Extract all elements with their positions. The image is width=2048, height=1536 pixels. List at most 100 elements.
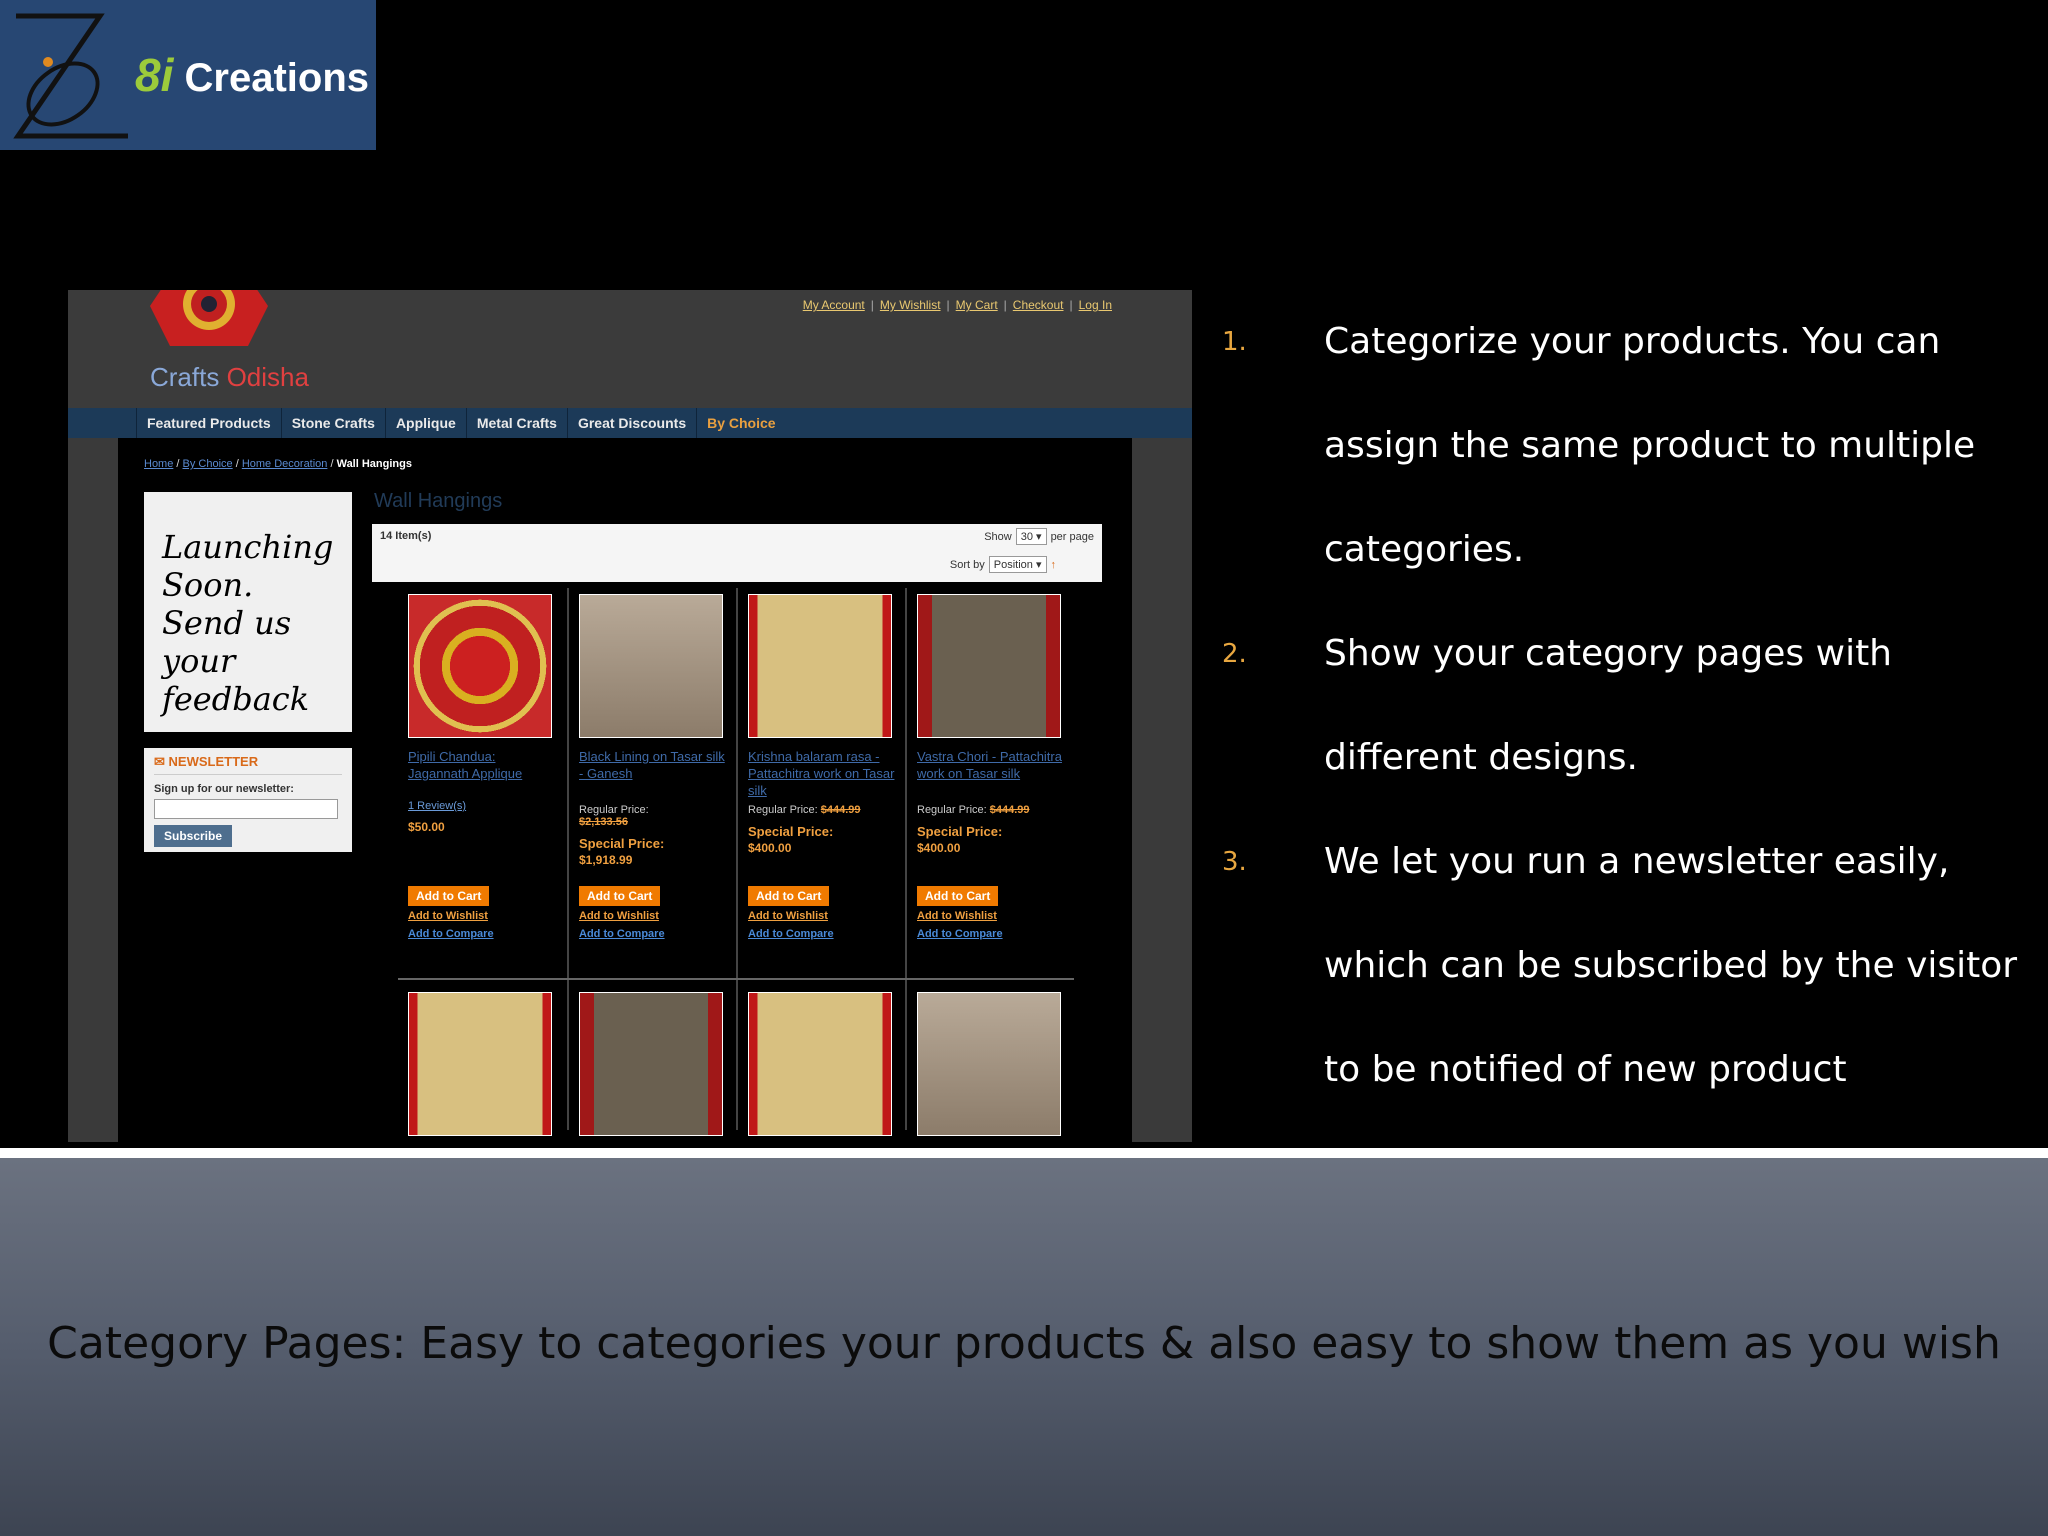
product-card: Pipili Chandua: Jagannath Applique 1 Rev… xyxy=(398,588,567,978)
breadcrumb-by-choice[interactable]: By Choice xyxy=(183,458,233,470)
add-to-compare-link[interactable]: Add to Compare xyxy=(917,928,1003,940)
add-to-wishlist-link[interactable]: Add to Wishlist xyxy=(408,910,488,922)
link-my-wishlist[interactable]: My Wishlist xyxy=(880,298,941,312)
add-to-compare-link[interactable]: Add to Compare xyxy=(579,928,665,940)
site-header: Crafts Odisha My Account | My Wishlist | M… xyxy=(68,290,1192,408)
product-card: Krishna balaram rasa - Pattachitra work … xyxy=(736,588,905,978)
mandala-logo-icon xyxy=(150,290,268,346)
footer-divider xyxy=(0,1148,2048,1158)
per-page-control: Show 30 ▾ per page xyxy=(984,528,1094,545)
product-name[interactable]: Black Lining on Tasar silk - Ganesh xyxy=(579,748,726,800)
newsletter-email-input[interactable] xyxy=(154,799,338,819)
breadcrumb-home[interactable]: Home xyxy=(144,458,173,470)
add-to-wishlist-link[interactable]: Add to Wishlist xyxy=(917,910,997,922)
breadcrumb-home-decoration[interactable]: Home Decoration xyxy=(242,458,328,470)
product-image[interactable] xyxy=(579,992,723,1136)
product-name[interactable]: Pipili Chandua: Jagannath Applique xyxy=(408,748,557,800)
feature-item: 1. Categorize your products. You can ass… xyxy=(1200,290,2040,602)
footer-caption: Category Pages: Easy to categories your … xyxy=(47,1318,2001,1369)
product-image[interactable] xyxy=(408,992,552,1136)
product-reviews-link[interactable]: 1 Review(s) xyxy=(408,800,557,812)
nav-featured-products[interactable]: Featured Products xyxy=(136,408,281,438)
regular-price-line: Regular Price: $444.99 xyxy=(748,804,861,816)
feature-item: 2. Show your category pages with differe… xyxy=(1200,602,2040,810)
breadcrumb-current: Wall Hangings xyxy=(336,458,412,470)
product-image[interactable] xyxy=(579,594,723,738)
link-log-in[interactable]: Log In xyxy=(1079,298,1112,312)
link-checkout[interactable]: Checkout xyxy=(1013,298,1064,312)
envelope-icon: ✉ xyxy=(154,754,165,769)
product-card xyxy=(567,980,736,1136)
subscribe-button[interactable]: Subscribe xyxy=(154,825,233,847)
nav-by-choice[interactable]: By Choice xyxy=(696,408,785,438)
per-page-select[interactable]: 30 ▾ xyxy=(1015,528,1047,545)
add-to-cart-button[interactable]: Add to Cart xyxy=(748,886,830,906)
sort-select[interactable]: Position ▾ xyxy=(988,556,1047,573)
nav-metal-crafts[interactable]: Metal Crafts xyxy=(465,408,567,438)
product-name[interactable]: Krishna balaram rasa - Pattachitra work … xyxy=(748,748,895,800)
product-card xyxy=(398,980,567,1136)
site-edge-left xyxy=(68,438,118,1142)
brand-logo: 8i Creations xyxy=(0,0,376,150)
breadcrumb: Home / By Choice / Home Decoration / Wal… xyxy=(144,458,412,470)
nav-great-discounts[interactable]: Great Discounts xyxy=(566,408,696,438)
regular-price: $2,133.56 xyxy=(579,816,628,828)
add-to-compare-link[interactable]: Add to Compare xyxy=(748,928,834,940)
add-to-wishlist-link[interactable]: Add to Wishlist xyxy=(748,910,828,922)
add-to-cart-button[interactable]: Add to Cart xyxy=(917,886,999,906)
feature-number: 3. xyxy=(1222,847,1247,877)
product-toolbar: 14 Item(s) Show 30 ▾ per page Sort by Po… xyxy=(372,524,1102,582)
feature-text: We let you run a newsletter easily, whic… xyxy=(1324,841,2018,1194)
feature-text: Show your category pages with different … xyxy=(1324,633,1893,778)
category-title: Wall Hangings xyxy=(374,490,503,512)
nav-applique[interactable]: Applique xyxy=(384,408,466,438)
add-to-wishlist-link[interactable]: Add to Wishlist xyxy=(579,910,659,922)
site-screenshot: Crafts Odisha My Account | My Wishlist | M… xyxy=(68,290,1192,1142)
product-image[interactable] xyxy=(917,992,1061,1136)
product-image[interactable] xyxy=(917,594,1061,738)
product-image[interactable] xyxy=(748,992,892,1136)
launch-banner: Launching Soon. Send us your feedback xyxy=(144,492,352,732)
regular-price-line: Regular Price: $444.99 xyxy=(917,804,1030,816)
site-navbar: Featured Products Stone Crafts Applique … xyxy=(68,408,1192,438)
product-card xyxy=(736,980,905,1136)
special-price-label: Special Price: xyxy=(917,824,1003,839)
product-card: Black Lining on Tasar silk - Ganesh Regu… xyxy=(567,588,736,978)
chevron-down-icon: ▾ xyxy=(1035,559,1042,571)
add-to-cart-button[interactable]: Add to Cart xyxy=(579,886,661,906)
site-main: Home / By Choice / Home Decoration / Wal… xyxy=(118,438,1132,1142)
product-image[interactable] xyxy=(748,594,892,738)
item-count: 14 Item(s) xyxy=(380,530,432,542)
newsletter-heading: ✉ NEWSLETTER xyxy=(154,754,342,775)
product-card xyxy=(905,980,1074,1136)
footer-panel: Category Pages: Easy to categories your … xyxy=(0,1158,2048,1536)
site-logo-text: Crafts Odisha xyxy=(150,362,309,392)
product-image[interactable] xyxy=(408,594,552,738)
feature-list: 1. Categorize your products. You can ass… xyxy=(1200,290,2040,1226)
product-price: $50.00 xyxy=(408,820,445,834)
special-price-label: Special Price: xyxy=(579,836,665,851)
product-row: Pipili Chandua: Jagannath Applique 1 Rev… xyxy=(398,588,1078,978)
sort-direction-icon[interactable]: ↑ xyxy=(1051,559,1057,571)
link-my-account[interactable]: My Account xyxy=(803,298,865,312)
link-my-cart[interactable]: My Cart xyxy=(956,298,998,312)
newsletter-label: Sign up for our newsletter: xyxy=(154,783,294,795)
special-price-label: Special Price: xyxy=(748,824,834,839)
product-name[interactable]: Vastra Chori - Pattachitra work on Tasar… xyxy=(917,748,1064,800)
nav-stone-crafts[interactable]: Stone Crafts xyxy=(280,408,385,438)
add-to-compare-link[interactable]: Add to Compare xyxy=(408,928,494,940)
sort-control: Sort by Position ▾ ↑ xyxy=(950,556,1056,573)
hourglass-logo-icon xyxy=(13,13,128,139)
site-edge-right xyxy=(1132,438,1192,1142)
special-price: $1,918.99 xyxy=(579,853,633,867)
feature-text: Categorize your products. You can assign… xyxy=(1324,321,1976,570)
add-to-cart-button[interactable]: Add to Cart xyxy=(408,886,490,906)
chevron-down-icon: ▾ xyxy=(1036,531,1042,543)
special-price: $400.00 xyxy=(748,841,792,855)
product-row xyxy=(398,980,1078,1136)
product-card: Vastra Chori - Pattachitra work on Tasar… xyxy=(905,588,1074,978)
special-price: $400.00 xyxy=(917,841,961,855)
regular-price-label: Regular Price: xyxy=(579,804,649,816)
brand-name: 8i Creations xyxy=(135,49,369,101)
feature-number: 1. xyxy=(1222,327,1247,357)
